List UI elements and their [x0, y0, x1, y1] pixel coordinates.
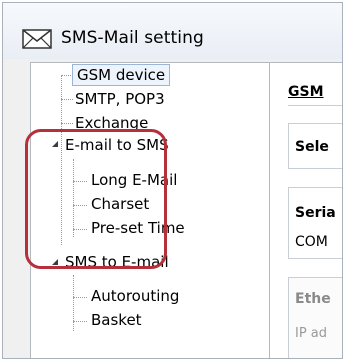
com-label: COM	[295, 234, 328, 250]
tree-connector	[73, 275, 74, 331]
settings-window: SMS-Mail setting GSM device SMTP, POP3 E…	[2, 2, 343, 359]
ethernet-label: Ethe	[295, 291, 331, 307]
title-bar: SMS-Mail setting	[3, 3, 342, 59]
select-label: Sele	[295, 139, 329, 155]
serial-group: Seria COM	[288, 187, 342, 259]
serial-label: Seria	[295, 205, 336, 221]
section-header: GSM	[288, 84, 324, 100]
tree-connector	[61, 123, 73, 124]
tree-connector	[73, 297, 87, 298]
tree-connector	[61, 99, 73, 100]
settings-tree: GSM device SMTP, POP3 Exchange E-mail to…	[25, 62, 270, 358]
header-divider	[288, 105, 342, 106]
tree-item-gsm-device[interactable]: GSM device	[72, 64, 171, 86]
ethernet-group: Ethe IP ad	[288, 277, 342, 358]
settings-content-panel: GSM Sele Seria COM Ethe IP ad	[270, 62, 342, 358]
tree-connector	[73, 321, 87, 322]
tree-item-autorouting[interactable]: Autorouting	[91, 286, 179, 306]
window-title: SMS-Mail setting	[61, 28, 204, 48]
envelope-icon	[22, 29, 52, 49]
highlight-annotation	[25, 129, 167, 269]
tree-item-smtp-pop3[interactable]: SMTP, POP3	[75, 89, 165, 109]
ip-address-label: IP ad	[295, 326, 328, 341]
tree-item-basket[interactable]: Basket	[91, 310, 142, 330]
select-group: Sele	[288, 123, 342, 169]
